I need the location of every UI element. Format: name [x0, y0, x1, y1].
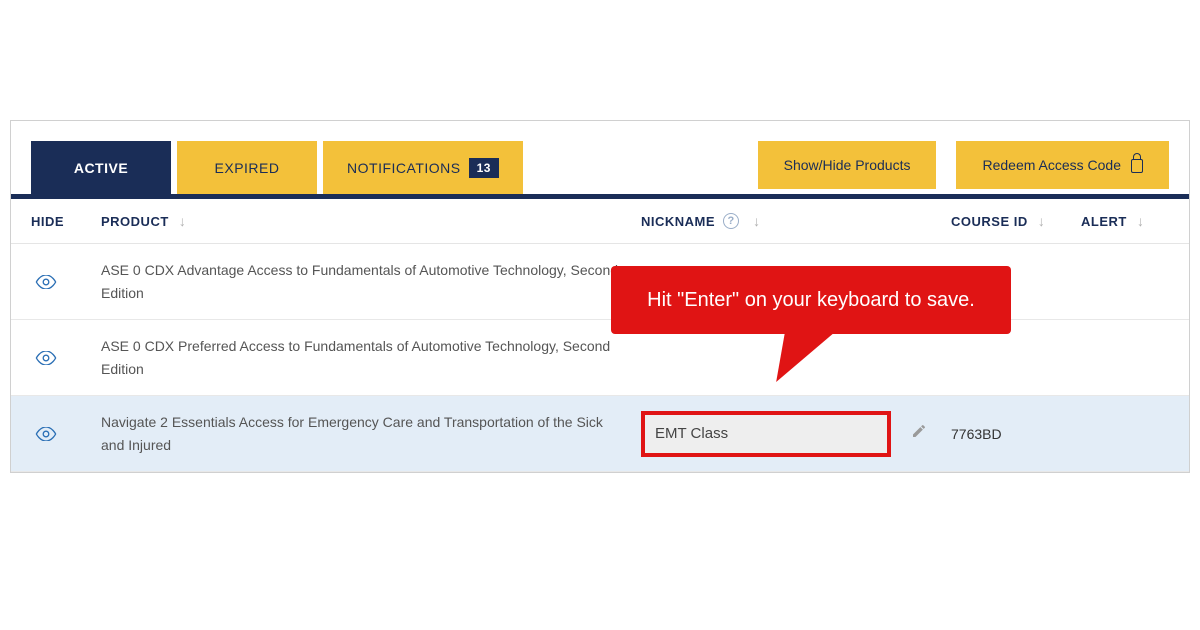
eye-icon[interactable]: [35, 275, 101, 289]
sort-arrow-icon: ↓: [753, 213, 761, 229]
topbar: ACTIVE EXPIRED NOTIFICATIONS 13 Show/Hid…: [11, 121, 1189, 199]
nickname-input[interactable]: [641, 411, 891, 457]
redeem-access-code-button[interactable]: Redeem Access Code: [956, 141, 1169, 189]
nickname-cell: [641, 411, 951, 457]
sort-arrow-icon: ↓: [1038, 213, 1046, 229]
table-row: ASE 0 CDX Advantage Access to Fundamenta…: [11, 244, 1189, 320]
sort-arrow-icon: ↓: [1137, 213, 1145, 229]
column-nickname-label: NICKNAME: [641, 214, 715, 229]
pencil-icon[interactable]: [911, 423, 927, 444]
column-alert[interactable]: ALERT ↓: [1081, 213, 1171, 229]
help-icon[interactable]: ?: [723, 213, 739, 229]
column-nickname[interactable]: NICKNAME ? ↓: [641, 213, 951, 229]
column-alert-label: ALERT: [1081, 214, 1127, 229]
tab-notifications-label: NOTIFICATIONS: [347, 160, 461, 176]
callout-tooltip: Hit "Enter" on your keyboard to save.: [611, 266, 1011, 334]
callout-text: Hit "Enter" on your keyboard to save.: [647, 289, 975, 311]
eye-icon[interactable]: [35, 351, 101, 365]
product-title: ASE 0 CDX Advantage Access to Fundamenta…: [101, 259, 641, 304]
column-product[interactable]: PRODUCT ↓: [101, 213, 641, 229]
table-header: HIDE PRODUCT ↓ NICKNAME ? ↓ COURSE ID ↓ …: [11, 199, 1189, 244]
column-courseid-label: COURSE ID: [951, 214, 1028, 229]
sort-arrow-icon: ↓: [179, 213, 187, 229]
tab-notifications[interactable]: NOTIFICATIONS 13: [323, 141, 523, 194]
redeem-label: Redeem Access Code: [982, 157, 1121, 173]
tab-expired[interactable]: EXPIRED: [177, 141, 317, 194]
notifications-badge: 13: [469, 158, 499, 178]
table-body: ASE 0 CDX Advantage Access to Fundamenta…: [11, 244, 1189, 472]
lock-icon: [1131, 159, 1143, 173]
column-hide-label: HIDE: [31, 214, 64, 229]
tab-active[interactable]: ACTIVE: [31, 141, 171, 194]
eye-icon[interactable]: [35, 427, 101, 441]
product-title: Navigate 2 Essentials Access for Emergen…: [101, 411, 641, 456]
products-panel: ACTIVE EXPIRED NOTIFICATIONS 13 Show/Hid…: [10, 120, 1190, 473]
table-row: Navigate 2 Essentials Access for Emergen…: [11, 396, 1189, 472]
courseid-cell: 7763BD: [951, 426, 1081, 442]
product-title: ASE 0 CDX Preferred Access to Fundamenta…: [101, 335, 641, 380]
top-actions: Show/Hide Products Redeem Access Code: [758, 141, 1169, 189]
show-hide-products-button[interactable]: Show/Hide Products: [758, 141, 937, 189]
tabs: ACTIVE EXPIRED NOTIFICATIONS 13: [31, 141, 523, 194]
column-courseid[interactable]: COURSE ID ↓: [951, 213, 1081, 229]
column-hide: HIDE: [11, 214, 101, 229]
column-product-label: PRODUCT: [101, 214, 169, 229]
table-row: ASE 0 CDX Preferred Access to Fundamenta…: [11, 320, 1189, 396]
show-hide-label: Show/Hide Products: [784, 157, 911, 173]
